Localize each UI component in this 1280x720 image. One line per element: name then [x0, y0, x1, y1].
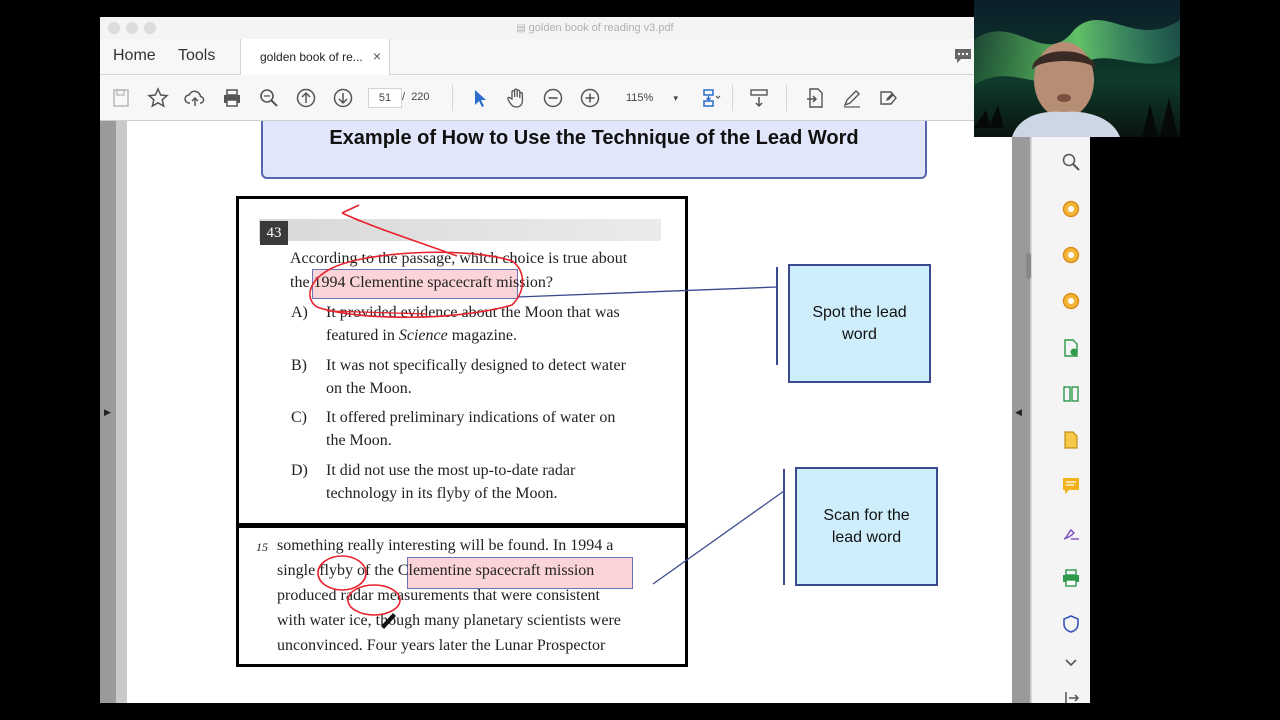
page-total: / 220: [402, 91, 430, 103]
tab-bar: Home Tools golden book of re... ×: [100, 39, 1090, 76]
zoom-window-dot[interactable]: [144, 22, 156, 34]
document-tab[interactable]: golden book of re... ×: [240, 39, 390, 76]
upload-cloud-icon[interactable]: [182, 85, 208, 111]
left-panel-toggle[interactable]: ▶: [100, 121, 116, 703]
pen-cursor: [381, 613, 396, 629]
zoom-out-icon[interactable]: [540, 85, 566, 111]
tools-tab[interactable]: Tools: [178, 47, 215, 65]
previous-page-icon[interactable]: [293, 85, 319, 111]
gear-icon[interactable]: [1060, 290, 1082, 312]
pdf-file-icon: ▤: [516, 23, 529, 34]
protect-shield-icon[interactable]: [1060, 613, 1082, 635]
comment-icon[interactable]: [1060, 475, 1082, 497]
search-icon[interactable]: [256, 85, 282, 111]
lead-word-circle-annotation: [309, 251, 524, 319]
scroll-mode-icon[interactable]: [746, 85, 772, 111]
pdf-viewer-window: ▤ golden book of reading v3.pdf Home Too…: [100, 17, 1090, 703]
edit-pdf-icon[interactable]: [1060, 429, 1082, 451]
callout-connector-line: [516, 286, 778, 298]
gear-icon[interactable]: [1060, 244, 1082, 266]
print-production-icon[interactable]: [1060, 567, 1082, 589]
enhance-scan-icon[interactable]: [1060, 151, 1082, 173]
flyby-circle-annotation: [317, 555, 367, 591]
fill-sign-icon[interactable]: [876, 85, 902, 111]
fill-and-sign-icon[interactable]: [1060, 521, 1082, 543]
screen: ▤ golden book of reading v3.pdf Home Too…: [0, 0, 1280, 720]
next-page-icon[interactable]: [330, 85, 356, 111]
close-tab-icon[interactable]: ×: [373, 48, 381, 64]
create-pdf-icon[interactable]: [1060, 337, 1082, 359]
hand-tool-icon[interactable]: [503, 85, 529, 111]
collapse-pane-icon[interactable]: [1060, 687, 1082, 703]
document-tab-label: golden book of re...: [260, 50, 363, 64]
page-number-input[interactable]: 51: [368, 88, 402, 108]
toolbar-divider: [452, 85, 453, 111]
collapse-right-panel-icon[interactable]: ◀: [1015, 407, 1022, 418]
comment-bubble-icon[interactable]: [954, 48, 972, 69]
toolbar-divider: [786, 85, 787, 111]
webcam-overlay: [974, 0, 1180, 137]
tools-pane: [1031, 121, 1090, 703]
callout-connector-line: [652, 490, 785, 585]
right-panel-toggle[interactable]: ◀: [1012, 121, 1030, 703]
select-cursor-icon[interactable]: [466, 85, 492, 111]
pdf-page: Example of How to Use the Technique of t…: [127, 121, 1013, 703]
zoom-level-select[interactable]: 115% ▾: [612, 88, 686, 108]
document-area: ▶ Example of How to Use the Technique of…: [100, 121, 1090, 703]
save-icon[interactable]: [108, 85, 134, 111]
zoom-in-icon[interactable]: [577, 85, 603, 111]
main-toolbar: 51 / 220 115% ▾: [100, 75, 1090, 121]
expand-left-panel-icon[interactable]: ▶: [104, 407, 111, 418]
print-icon[interactable]: [219, 85, 245, 111]
pen-sign-icon[interactable]: [839, 85, 865, 111]
page-fit-icon[interactable]: [698, 85, 724, 111]
bookmark-star-icon[interactable]: [145, 85, 171, 111]
chevron-down-icon[interactable]: [1060, 651, 1082, 673]
organize-pages-icon[interactable]: [1060, 383, 1082, 405]
export-pdf-icon[interactable]: [802, 85, 828, 111]
title-bar: ▤ golden book of reading v3.pdf: [100, 17, 1090, 39]
toolbar-divider: [732, 85, 733, 111]
minimize-window-dot[interactable]: [126, 22, 138, 34]
close-window-dot[interactable]: [108, 22, 120, 34]
home-tab[interactable]: Home: [113, 47, 156, 65]
arrow-annotation: [341, 204, 458, 257]
annotation-overlay: [309, 204, 785, 629]
window-title: golden book of reading v3.pdf: [528, 22, 674, 34]
radar-circle-annotation: [347, 584, 401, 616]
gear-icon[interactable]: [1060, 198, 1082, 220]
